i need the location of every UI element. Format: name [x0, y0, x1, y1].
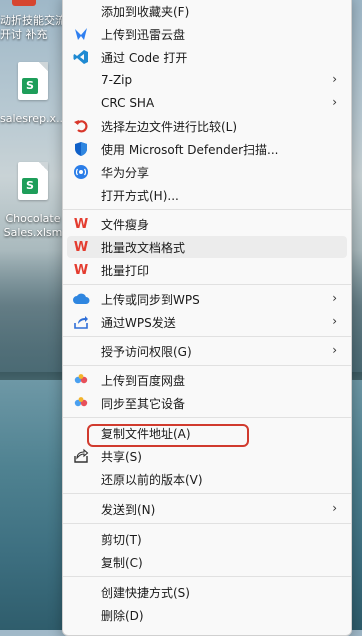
desktop-file-label-line2: Sales.xlsm	[3, 226, 63, 239]
compare-arrow-icon	[67, 118, 95, 134]
desktop-file-salesrep[interactable]: S salesrep.x...	[0, 62, 66, 126]
menu-separator	[63, 417, 351, 418]
spreadsheet-file-icon: S	[18, 162, 48, 200]
menu-item-grant-access[interactable]: 授予访问权限(G) ›	[67, 340, 347, 362]
menu-item-wps-sync[interactable]: 上传或同步到WPS ›	[67, 288, 347, 310]
context-menu: 添加到收藏夹(F) 上传到迅雷云盘 通过 Code 打开 7-Zip › CRC…	[62, 0, 352, 636]
menu-item-file-slim[interactable]: W 文件瘦身	[67, 213, 347, 235]
menu-item-open-with-code[interactable]: 通过 Code 打开	[67, 46, 347, 68]
menu-item-upload-xunlei[interactable]: 上传到迅雷云盘	[67, 23, 347, 45]
desktop-folder-icon[interactable]	[12, 0, 36, 6]
shield-icon	[67, 141, 95, 157]
copy-path-highlight-box	[87, 424, 249, 447]
desktop-file-label: Chocolate	[5, 212, 61, 225]
chevron-right-icon: ›	[332, 72, 337, 86]
menu-item-batch-format[interactable]: W 批量改文档格式	[67, 236, 347, 258]
menu-item-send-to[interactable]: 发送到(N) ›	[67, 498, 347, 520]
menu-item-huawei-share[interactable]: 华为分享	[67, 161, 347, 183]
menu-separator	[63, 284, 351, 285]
menu-separator	[63, 336, 351, 337]
xunlei-bird-icon	[67, 26, 95, 42]
baidu-netdisk-icon	[67, 395, 95, 411]
menu-item-share[interactable]: 共享(S)	[67, 445, 347, 467]
wps-logo-icon: W	[73, 216, 89, 232]
wps-logo-icon: W	[73, 239, 89, 255]
share-arrow-icon	[67, 314, 95, 330]
chevron-right-icon: ›	[332, 291, 337, 305]
menu-item-wps-send[interactable]: 通过WPS发送 ›	[67, 311, 347, 333]
wps-logo-icon: W	[73, 262, 89, 278]
menu-separator	[63, 576, 351, 577]
menu-item-copy[interactable]: 复制(C)	[67, 551, 347, 573]
menu-separator	[63, 209, 351, 210]
cloud-icon	[67, 292, 95, 306]
menu-item-delete[interactable]: 删除(D)	[67, 604, 347, 626]
chevron-right-icon: ›	[332, 314, 337, 328]
chevron-right-icon: ›	[332, 95, 337, 109]
menu-item-defender-scan[interactable]: 使用 Microsoft Defender扫描...	[67, 138, 347, 160]
menu-item-create-shortcut[interactable]: 创建快捷方式(S)	[67, 581, 347, 603]
menu-separator	[63, 493, 351, 494]
share-icon	[67, 448, 95, 464]
chevron-right-icon: ›	[332, 501, 337, 515]
menu-item-7zip[interactable]: 7-Zip ›	[67, 69, 347, 91]
menu-separator	[63, 365, 351, 366]
menu-item-add-favorites[interactable]: 添加到收藏夹(F)	[67, 0, 347, 22]
menu-item-sync-devices[interactable]: 同步至其它设备	[67, 392, 347, 414]
chevron-right-icon: ›	[332, 343, 337, 357]
desktop-item-label[interactable]: 动折技能交流 开讨 补充	[0, 14, 66, 42]
spreadsheet-file-icon: S	[18, 62, 48, 100]
baidu-netdisk-icon	[67, 372, 95, 388]
vscode-icon	[67, 49, 95, 65]
menu-item-compare[interactable]: 选择左边文件进行比较(L)	[67, 115, 347, 137]
desktop-file-chocolate-sales[interactable]: S Chocolate Sales.xlsm	[0, 162, 66, 240]
desktop-file-label: salesrep.x...	[0, 112, 66, 125]
menu-item-crc-sha[interactable]: CRC SHA ›	[67, 92, 347, 114]
menu-item-open-with[interactable]: 打开方式(H)...	[67, 184, 347, 206]
menu-item-cut[interactable]: 剪切(T)	[67, 528, 347, 550]
huawei-share-icon	[67, 164, 95, 180]
menu-item-restore-versions[interactable]: 还原以前的版本(V)	[67, 468, 347, 490]
menu-item-batch-print[interactable]: W 批量打印	[67, 259, 347, 281]
menu-separator	[63, 523, 351, 524]
menu-item-baidu-upload[interactable]: 上传到百度网盘	[67, 369, 347, 391]
